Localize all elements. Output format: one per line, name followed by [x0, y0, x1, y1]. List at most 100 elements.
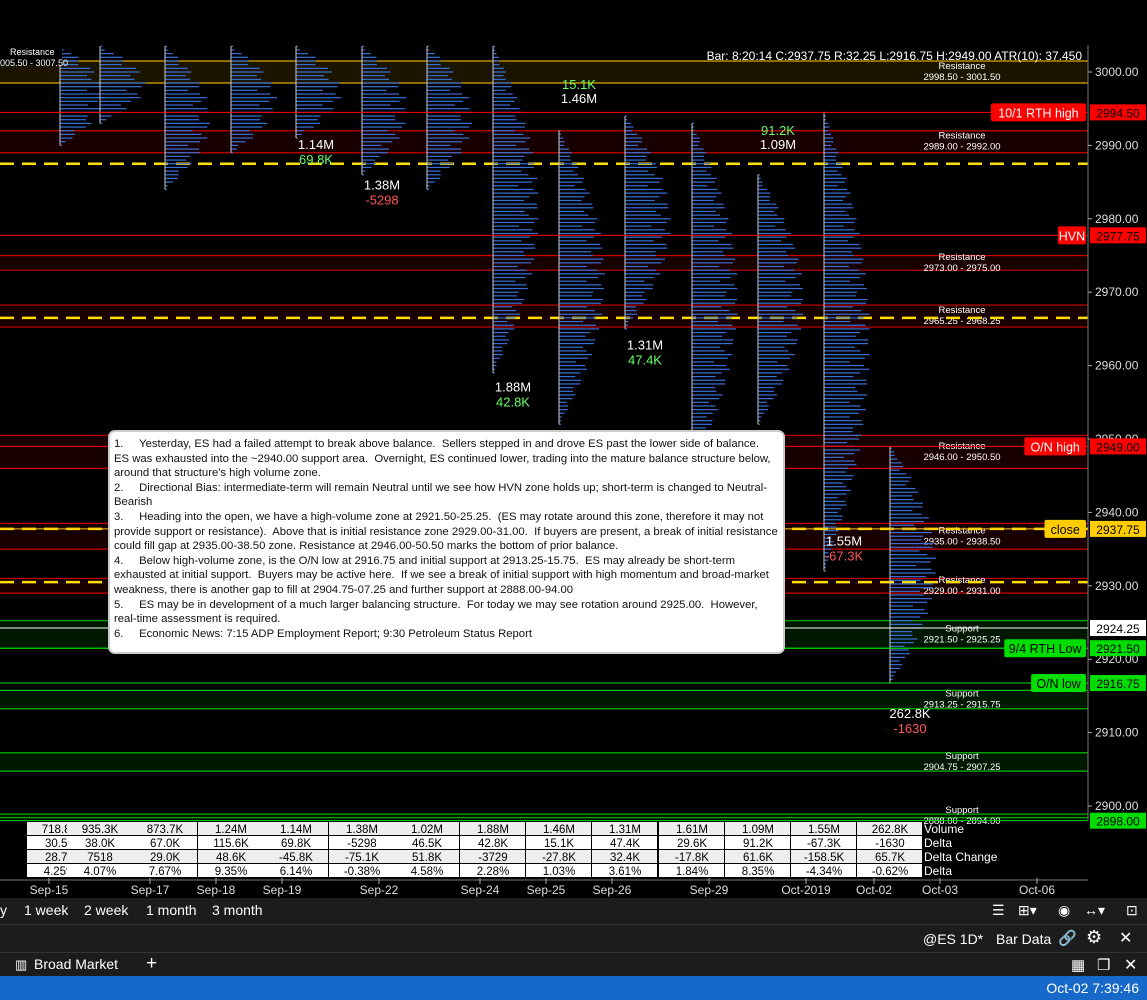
copy-icon[interactable]: ❐	[1097, 956, 1110, 974]
profile-bar	[692, 387, 716, 389]
profile-bar	[890, 601, 928, 603]
profile-bar	[60, 93, 100, 95]
profile-bar	[692, 254, 725, 257]
zone-range-label: 2998.50 - 3001.50	[923, 72, 1000, 83]
profile-bar	[692, 401, 709, 403]
profile-bar	[692, 412, 713, 414]
zone-range-label: 2913.25 - 2915.75	[923, 700, 1000, 711]
profile-bar	[824, 203, 853, 205]
data-type-label[interactable]: Bar Data	[996, 931, 1051, 947]
stats-cell-value: 2.28%	[477, 866, 510, 878]
profile-bar	[559, 177, 584, 180]
profile-bar	[824, 460, 855, 462]
scale-icon[interactable]: ↔▾	[1084, 902, 1105, 919]
profile-bar	[890, 594, 924, 596]
profile-bar	[427, 115, 461, 117]
close-icon[interactable]: ✕	[1119, 928, 1132, 948]
profile-bar	[824, 243, 860, 246]
profile-delta-label: 42.8K	[496, 394, 530, 409]
profile-bar	[296, 64, 316, 66]
profile-bar	[758, 298, 803, 301]
profile-bar	[824, 192, 851, 194]
profile-bar	[692, 240, 719, 242]
profile-bar	[296, 78, 329, 80]
timeframe-1-month[interactable]: 1 month	[146, 902, 197, 918]
commentary-panel[interactable]: 1. Yesterday, ES had a failed attempt to…	[110, 432, 783, 652]
profile-bar	[824, 405, 861, 407]
profile-bar	[100, 67, 136, 69]
profile-bar	[165, 100, 202, 102]
profile-bar	[559, 401, 567, 403]
zone-type-label: Resistance	[939, 131, 986, 142]
profile-bar	[824, 526, 837, 528]
profile-bar	[493, 298, 525, 301]
timeframe-1-week[interactable]: 1 week	[24, 902, 68, 918]
profile-bar	[824, 365, 865, 367]
profile-bar	[559, 181, 583, 183]
status-bar: Oct-02 7:39:46	[0, 976, 1147, 1000]
profile-bar	[824, 475, 854, 477]
profile-bar	[890, 638, 918, 640]
profile-bar	[890, 660, 900, 662]
profile-bar	[824, 372, 861, 374]
tab-broad-market[interactable]: Broad Market	[34, 956, 118, 972]
list-icon[interactable]: ☰	[992, 902, 1005, 919]
top-left-zone-range: 005.50 - 3007.50	[0, 58, 68, 68]
profile-bar	[231, 86, 271, 88]
profile-bar	[493, 320, 508, 323]
profile-bar	[427, 148, 462, 150]
profile-bar	[427, 174, 441, 176]
zone-range-label: 2935.00 - 2938.50	[923, 536, 1000, 547]
profile-bar	[625, 188, 663, 191]
profile-bar	[758, 276, 796, 279]
profile-bar	[824, 434, 862, 436]
stats-cell-value: 48.6K	[216, 852, 246, 864]
stats-cell-value: 935.3K	[82, 824, 119, 836]
profile-bar	[427, 119, 461, 121]
eye-icon[interactable]: ◉	[1058, 902, 1070, 919]
profile-bar	[559, 331, 590, 334]
link-icon[interactable]: 🔗	[1058, 929, 1077, 947]
profile-bar	[692, 328, 736, 330]
symbol-label[interactable]: @ES 1D*	[923, 931, 983, 947]
profile-bar	[559, 339, 596, 341]
profile-bar	[165, 166, 188, 169]
profile-bar	[559, 357, 588, 359]
profile-bar	[60, 108, 101, 110]
profile-bar	[625, 210, 657, 213]
profile-bar	[60, 119, 87, 121]
profile-bar	[890, 664, 903, 666]
profile-bar	[296, 82, 340, 84]
layout-icon[interactable]: ⊞▾	[1018, 902, 1037, 919]
timeframe-partial[interactable]: y	[0, 902, 7, 918]
profile-bar	[165, 122, 210, 124]
profile-bar	[427, 181, 435, 183]
profile-bar	[758, 361, 778, 363]
profile-bar	[824, 298, 868, 301]
profile-bar	[559, 291, 594, 293]
profile-bar	[427, 122, 472, 124]
note-item: 1. Yesterday, ES had a failed attempt to…	[114, 438, 774, 480]
profile-bar	[692, 196, 717, 198]
profile-bar	[100, 89, 127, 91]
square-icon[interactable]: ⊡	[1126, 902, 1138, 919]
profile-bar	[165, 71, 192, 73]
profile-bar	[824, 449, 860, 451]
price-tag-value: 2924.25	[1096, 622, 1140, 636]
add-tab-button[interactable]: +	[146, 953, 157, 975]
profile-bar	[493, 258, 535, 260]
close-icon[interactable]: ✕	[1124, 955, 1137, 975]
stats-cell-value: -3729	[478, 852, 507, 864]
profile-bar	[625, 170, 649, 172]
profile-bar	[427, 75, 449, 77]
profile-bar	[824, 401, 850, 403]
profile-bar	[100, 115, 112, 117]
profile-bar	[231, 108, 273, 110]
grid-icon[interactable]: ▦	[1071, 956, 1085, 974]
profile-bar	[824, 262, 862, 264]
timeframe-3-month[interactable]: 3 month	[212, 902, 263, 918]
profile-bar	[296, 71, 332, 73]
profile-bar	[625, 141, 642, 143]
timeframe-2-week[interactable]: 2 week	[84, 902, 128, 918]
gear-icon[interactable]: ⚙	[1086, 927, 1102, 948]
